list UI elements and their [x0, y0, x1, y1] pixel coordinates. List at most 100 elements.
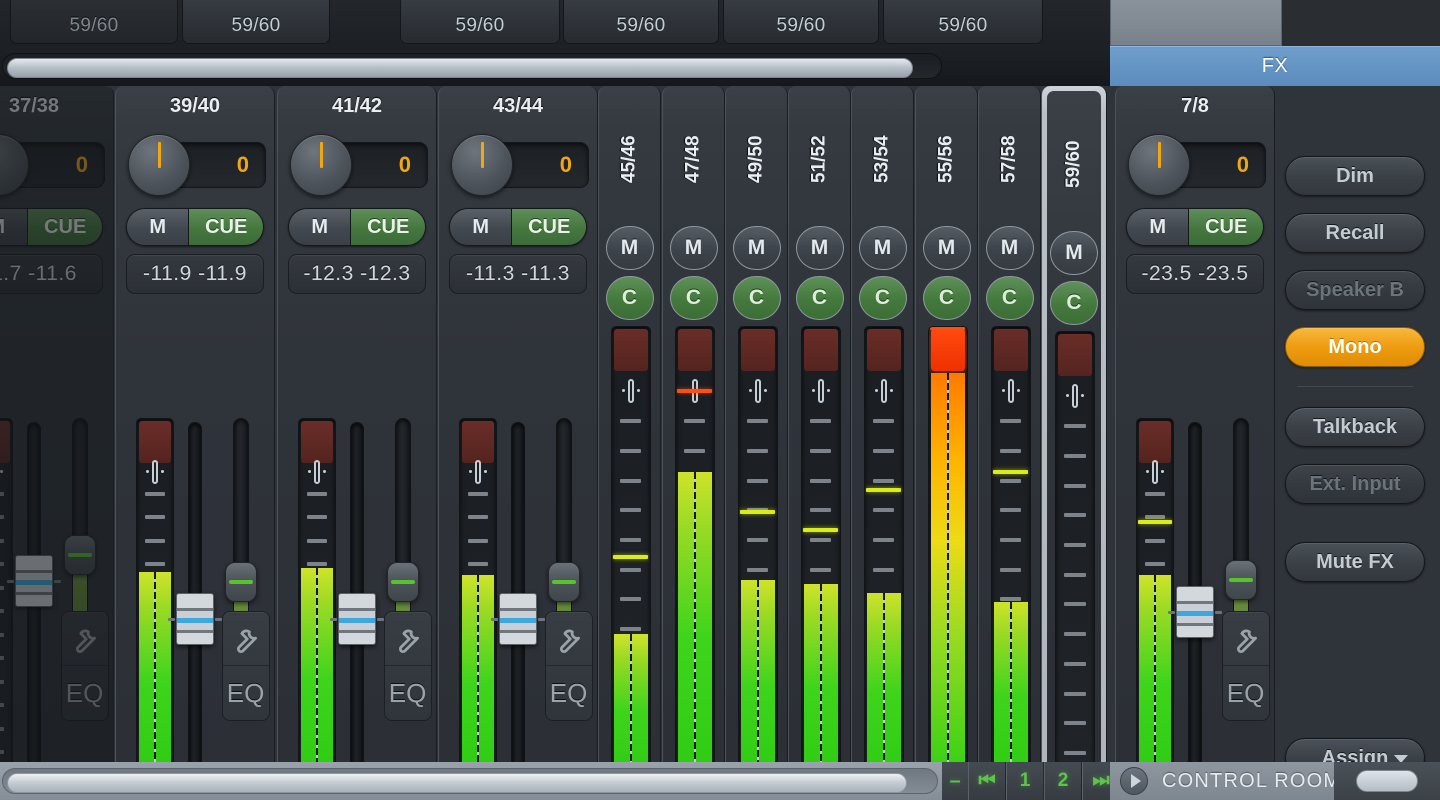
channel-strip-37/38[interactable]: 37/380MCUE1.7 -11.6EQ2.4 [0, 86, 114, 762]
bank-1-button[interactable]: 1 [1006, 762, 1044, 800]
channel-strip-57/58[interactable]: 57/58MC [978, 86, 1041, 762]
mute-button[interactable]: M [986, 226, 1034, 270]
cue-button[interactable]: C [796, 276, 844, 320]
lower-scrollbar-track[interactable] [2, 768, 938, 794]
volume-fader-handle[interactable] [1176, 586, 1214, 638]
mixer-tab-5[interactable]: 59/60 [883, 0, 1043, 44]
mute-button[interactable]: M [289, 209, 351, 245]
send-slider-track[interactable] [395, 418, 411, 638]
send-slider-handle[interactable] [1225, 560, 1257, 600]
meter-scale [1056, 332, 1094, 762]
pan-knob[interactable] [290, 134, 352, 196]
channel-strip-39/40[interactable]: 39/400MCUE-11.9 -11.9EQ0.0 [115, 86, 275, 762]
channel-strip-59/60[interactable]: 59/60MC [1041, 86, 1107, 762]
speaker-b-button[interactable]: Speaker B [1285, 270, 1425, 310]
volume-fader-track[interactable] [1188, 422, 1202, 772]
cue-button[interactable]: CUE [512, 209, 586, 245]
mixer-tab-0[interactable]: 59/60 [10, 0, 178, 44]
channel-strip-47/48[interactable]: 47/48MC [662, 86, 725, 762]
control-room-active-tab[interactable] [1110, 0, 1282, 46]
cue-button[interactable]: C [1050, 281, 1098, 325]
cue-button[interactable]: CUE [1189, 209, 1263, 245]
channel-strip-55/56[interactable]: 55/56MC [915, 86, 978, 762]
eq-button[interactable]: EQ [1223, 666, 1269, 720]
mute-button[interactable]: M [733, 226, 781, 270]
wrench-icon[interactable] [546, 612, 592, 666]
cue-button[interactable]: CUE [351, 209, 425, 245]
cue-button[interactable]: C [606, 276, 654, 320]
pan-knob[interactable] [451, 134, 513, 196]
eq-button[interactable]: EQ [223, 666, 269, 720]
skip-start-icon[interactable]: ⏮ [968, 762, 1006, 800]
send-slider-handle[interactable] [64, 535, 96, 575]
mono-button[interactable]: Mono [1285, 327, 1425, 367]
channel-strip-45/46[interactable]: 45/46MC [598, 86, 661, 762]
channel-strip-53/54[interactable]: 53/54MC [851, 86, 914, 762]
send-slider-track[interactable] [1233, 418, 1249, 638]
footer-slider-thumb[interactable] [1356, 770, 1418, 792]
mute-button[interactable]: M [796, 226, 844, 270]
channel-strip-49/50[interactable]: 49/50MC [725, 86, 788, 762]
upper-scrollbar-track[interactable] [2, 53, 942, 79]
send-slider-track[interactable] [556, 418, 572, 638]
mute-button[interactable]: M [1127, 209, 1189, 245]
channel-strip-51/52[interactable]: 51/52MC [788, 86, 851, 762]
volume-fader-handle[interactable] [499, 593, 537, 645]
mute-button[interactable]: M [859, 226, 907, 270]
mixer-tab-2[interactable]: 59/60 [400, 0, 560, 44]
pan-knob[interactable] [128, 134, 190, 196]
send-slider-track[interactable] [233, 418, 249, 638]
pan-knob[interactable] [1128, 134, 1190, 196]
eq-button[interactable]: EQ [62, 666, 108, 720]
wrench-icon[interactable] [385, 612, 431, 666]
volume-fader-track[interactable] [27, 422, 41, 762]
volume-fader-handle[interactable] [176, 593, 214, 645]
volume-fader-handle[interactable] [338, 593, 376, 645]
eq-button[interactable]: EQ [385, 666, 431, 720]
wrench-icon[interactable] [1223, 612, 1269, 666]
recall-button[interactable]: Recall [1285, 213, 1425, 253]
dim-button[interactable]: Dim [1285, 156, 1425, 196]
wrench-icon[interactable] [223, 612, 269, 666]
mute-button[interactable]: M [1050, 231, 1098, 275]
send-slider-handle[interactable] [225, 562, 257, 602]
scroll-minus-icon[interactable]: – [942, 762, 968, 800]
lower-scrollbar-thumb[interactable] [7, 773, 907, 793]
send-slider-track[interactable] [72, 418, 88, 638]
cue-button[interactable]: CUE [189, 209, 263, 245]
mute-button[interactable]: M [923, 226, 971, 270]
cue-button[interactable]: C [859, 276, 907, 320]
volume-fader-track[interactable] [511, 422, 525, 762]
mute-button[interactable]: M [670, 226, 718, 270]
cue-button[interactable]: C [670, 276, 718, 320]
cue-button[interactable]: C [923, 276, 971, 320]
volume-fader-track[interactable] [350, 422, 364, 762]
mixer-tab-1[interactable]: 59/60 [182, 0, 330, 44]
eq-button[interactable]: EQ [546, 666, 592, 720]
volume-fader-track[interactable] [188, 422, 202, 762]
ext-input-button[interactable]: Ext. Input [1285, 464, 1425, 504]
volume-fader-handle[interactable] [15, 555, 53, 607]
wrench-icon[interactable] [62, 612, 108, 666]
fx-tab-header[interactable]: FX [1110, 46, 1440, 86]
send-slider-handle[interactable] [548, 562, 580, 602]
mute-button[interactable]: M [450, 209, 512, 245]
cue-button[interactable]: C [986, 276, 1034, 320]
channel-strip-7/8[interactable]: 7/80MCUE-23.5 -23.5EQ-10.0 [1115, 86, 1275, 762]
play-icon[interactable] [1120, 767, 1148, 795]
bank-2-button[interactable]: 2 [1044, 762, 1082, 800]
channel-strip-43/44[interactable]: 43/440MCUE-11.3 -11.3EQ0.0 [438, 86, 598, 762]
mixer-tab-3[interactable]: 59/60 [563, 0, 719, 44]
cue-button[interactable]: C [733, 276, 781, 320]
talkback-button[interactable]: Talkback [1285, 407, 1425, 447]
mute-fx-button[interactable]: Mute FX [1285, 542, 1425, 582]
cue-button[interactable]: CUE [28, 209, 102, 245]
mute-button[interactable]: M [127, 209, 189, 245]
mixer-tab-4[interactable]: 59/60 [723, 0, 879, 44]
send-slider-handle[interactable] [387, 562, 419, 602]
mute-button[interactable]: M [0, 209, 28, 245]
upper-scrollbar-thumb[interactable] [7, 58, 913, 78]
mute-button[interactable]: M [606, 226, 654, 270]
footer-slider-area[interactable] [1334, 762, 1440, 800]
channel-strip-41/42[interactable]: 41/420MCUE-12.3 -12.3EQ0.0 [277, 86, 437, 762]
